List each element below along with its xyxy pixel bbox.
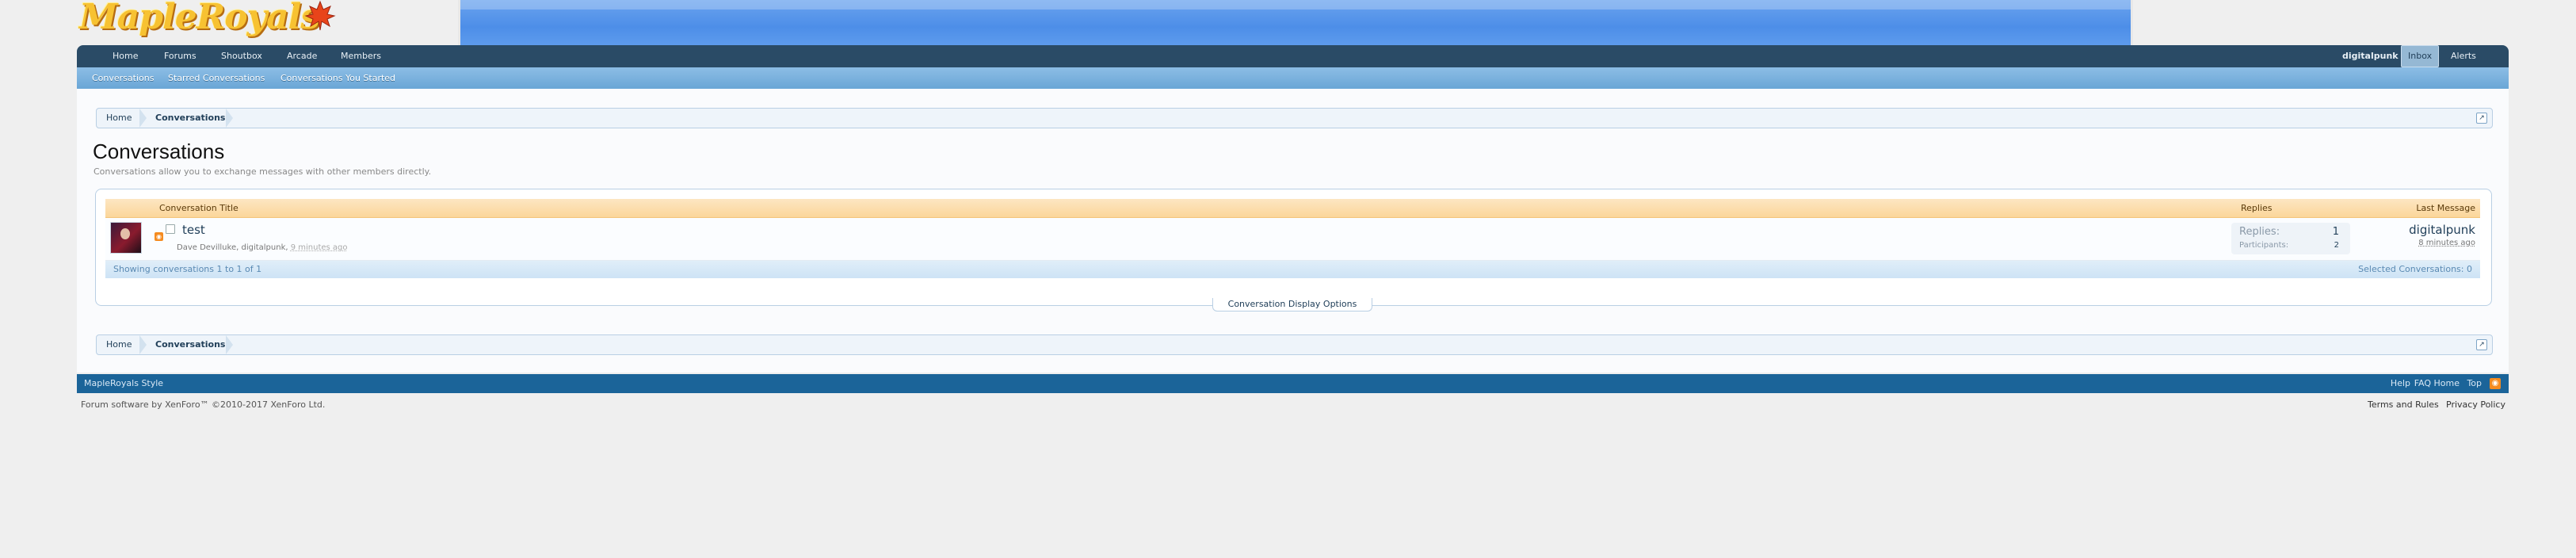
last-message-time[interactable]: 8 minutes ago: [2409, 239, 2475, 247]
nav-alerts[interactable]: Alerts: [2449, 45, 2478, 67]
nav-tab-arcade[interactable]: Arcade: [285, 45, 319, 67]
participants-label: Participants:: [2239, 241, 2289, 250]
rss-icon[interactable]: ◉: [2490, 378, 2501, 389]
last-message-user[interactable]: digitalpunk: [2409, 223, 2475, 237]
nav-tab-shoutbox[interactable]: Shoutbox: [219, 45, 264, 67]
page-description: Conversations allow you to exchange mess…: [93, 166, 432, 177]
breadcrumb-bottom: Home Conversations ↗: [96, 334, 2493, 355]
list-header: Conversation Title Replies Last Message: [105, 199, 2480, 218]
participants-list[interactable]: Dave Devilluke, digitalpunk,: [177, 243, 288, 252]
column-replies[interactable]: Replies: [2241, 199, 2273, 217]
breadcrumb-home[interactable]: Home: [106, 335, 132, 354]
nav-tab-forums[interactable]: Forums: [162, 45, 198, 67]
conversation-time: 9 minutes ago: [290, 243, 348, 252]
footer-bar: MapleRoyals Style Help FAQ Home Top ◉: [77, 374, 2509, 393]
breadcrumb: Home Conversations ↗: [96, 108, 2493, 128]
nav-user-account[interactable]: digitalpunk: [2341, 45, 2400, 67]
avatar[interactable]: [110, 222, 142, 254]
display-options-button[interactable]: Conversation Display Options: [1212, 298, 1372, 311]
conversation-row[interactable]: ◉ test Dave Devilluke, digitalpunk, 9 mi…: [105, 218, 2480, 261]
replies-label: Replies:: [2239, 226, 2280, 238]
header-banner: [458, 0, 2133, 45]
terms-link[interactable]: Terms and Rules: [2368, 399, 2439, 410]
page-title: Conversations: [93, 140, 225, 163]
breadcrumb-separator: [139, 335, 147, 354]
footer-link-home[interactable]: Home: [2434, 374, 2460, 393]
sub-navigation: Conversations Starred Conversations Conv…: [77, 67, 2509, 89]
column-conversation-title[interactable]: Conversation Title: [159, 199, 239, 217]
footer-link-help[interactable]: Help: [2391, 374, 2410, 393]
breadcrumb-current[interactable]: Conversations: [155, 335, 225, 354]
maple-leaf-icon: [304, 0, 336, 31]
copyright[interactable]: Forum software by XenForo™ ©2010-2017 Xe…: [81, 399, 325, 410]
main-navigation: Home Forums Shoutbox Arcade Members digi…: [77, 45, 2509, 67]
column-last-message[interactable]: Last Message: [2416, 199, 2475, 217]
main-content: Home Conversations ↗ Conversations Conve…: [77, 89, 2509, 373]
conversation-meta: Dave Devilluke, digitalpunk, 9 minutes a…: [177, 243, 348, 252]
site-logo[interactable]: MapleRoyals: [79, 0, 341, 44]
selected-conversations[interactable]: Selected Conversations: 0: [2358, 261, 2472, 278]
style-chooser[interactable]: MapleRoyals Style: [84, 374, 163, 393]
breadcrumb-current[interactable]: Conversations: [155, 109, 225, 128]
conversation-title-link[interactable]: test: [182, 223, 205, 237]
jump-to-icon[interactable]: ↗: [2476, 339, 2487, 350]
footer-link-top[interactable]: Top: [2467, 374, 2482, 393]
nav-inbox[interactable]: Inbox: [2401, 45, 2440, 67]
conversation-list: Conversation Title Replies Last Message …: [95, 189, 2492, 306]
showing-count: Showing conversations 1 to 1 of 1: [113, 264, 262, 274]
rss-icon: ◉: [155, 232, 163, 241]
participants-count: 2: [2334, 241, 2339, 250]
conversation-stats: Replies: 1 Participants: 2: [2231, 223, 2350, 254]
replies-count: 1: [2332, 226, 2339, 238]
breadcrumb-separator: [139, 109, 147, 128]
select-checkbox[interactable]: [166, 224, 175, 234]
nav-tab-members[interactable]: Members: [339, 45, 383, 67]
last-message: digitalpunk 8 minutes ago: [2409, 223, 2475, 247]
breadcrumb-home[interactable]: Home: [106, 109, 132, 128]
subnav-starred-conversations[interactable]: Starred Conversations: [168, 67, 265, 89]
list-footer: Showing conversations 1 to 1 of 1 Select…: [105, 261, 2480, 278]
privacy-link[interactable]: Privacy Policy: [2446, 399, 2505, 410]
footer-link-faq[interactable]: FAQ: [2414, 374, 2431, 393]
subnav-conversations[interactable]: Conversations: [92, 67, 154, 89]
nav-tab-home[interactable]: Home: [111, 45, 139, 67]
jump-to-icon[interactable]: ↗: [2476, 113, 2487, 124]
breadcrumb-separator: [226, 109, 233, 128]
subnav-conversations-you-started[interactable]: Conversations You Started: [280, 67, 395, 89]
breadcrumb-separator: [226, 335, 233, 354]
